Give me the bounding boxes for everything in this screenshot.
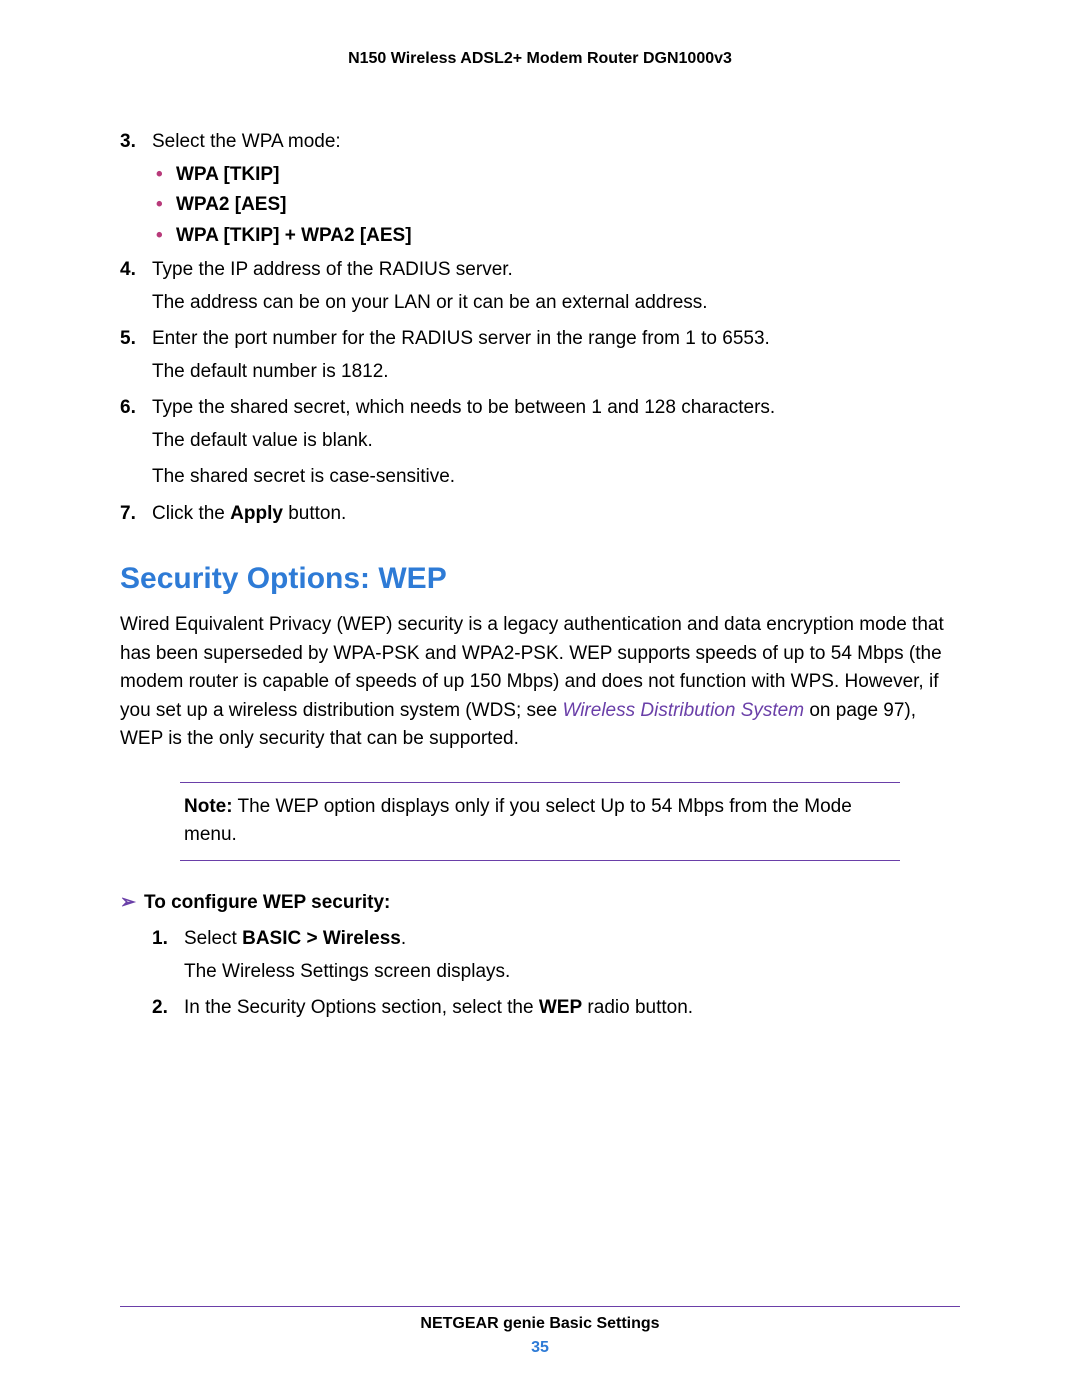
step-5: 5. Enter the port number for the RADIUS …	[120, 325, 960, 386]
proc-step-1: 1. Select BASIC > Wireless. The Wireless…	[152, 925, 960, 986]
step-paragraph: The default number is 1812.	[152, 358, 960, 387]
step-number: 2.	[152, 994, 168, 1023]
step-text-pre: In the Security Options section, select …	[184, 997, 539, 1018]
page-number: 35	[120, 1339, 960, 1357]
proc-step-2: 2. In the Security Options section, sele…	[152, 994, 960, 1023]
wpa-option: WPA2 [AES]	[152, 191, 960, 220]
step-paragraph: The shared secret is case-sensitive.	[152, 463, 960, 492]
step-text-post: .	[401, 928, 406, 949]
step-number: 5.	[120, 325, 136, 354]
step-number: 3.	[120, 128, 136, 157]
step-paragraph: The address can be on your LAN or it can…	[152, 289, 960, 318]
step-text-pre: Click the	[152, 503, 230, 524]
step-number: 4.	[120, 256, 136, 285]
step-6: 6. Type the shared secret, which needs t…	[120, 394, 960, 492]
step-7: 7. Click the Apply button.	[120, 500, 960, 529]
footer-section-title: NETGEAR genie Basic Settings	[120, 1315, 960, 1333]
apply-button-label: Apply	[230, 503, 283, 524]
wds-link[interactable]: Wireless Distribution System	[562, 700, 804, 721]
step-4: 4. Type the IP address of the RADIUS ser…	[120, 256, 960, 317]
step-text-post: button.	[283, 503, 346, 524]
procedure-title: To configure WEP security:	[144, 889, 390, 918]
chevron-right-icon: ➢	[120, 889, 144, 918]
step-text-post: radio button.	[582, 997, 693, 1018]
footer-rule	[120, 1306, 960, 1307]
step-number: 1.	[152, 925, 168, 954]
step-text: Type the IP address of the RADIUS server…	[152, 259, 513, 280]
nav-path: BASIC > Wireless	[242, 928, 401, 949]
wpa-option: WPA [TKIP]	[152, 161, 960, 190]
section-body: Wired Equivalent Privacy (WEP) security …	[120, 611, 960, 754]
step-3: 3. Select the WPA mode: WPA [TKIP] WPA2 …	[120, 128, 960, 250]
document-page: N150 Wireless ADSL2+ Modem Router DGN100…	[0, 0, 1080, 1397]
step-text: Enter the port number for the RADIUS ser…	[152, 328, 770, 349]
wep-radio-label: WEP	[539, 997, 582, 1018]
body-content: 3. Select the WPA mode: WPA [TKIP] WPA2 …	[120, 128, 960, 1023]
step-text-pre: Select	[184, 928, 242, 949]
steps-list: 3. Select the WPA mode: WPA [TKIP] WPA2 …	[120, 128, 960, 528]
note-label: Note:	[184, 796, 233, 817]
step-text: Type the shared secret, which needs to b…	[152, 397, 775, 418]
step-paragraph: The default value is blank.	[152, 427, 960, 456]
note-text: The WEP option displays only if you sele…	[184, 796, 852, 846]
step-number: 6.	[120, 394, 136, 423]
step-text: Select the WPA mode:	[152, 131, 341, 152]
header-product-title: N150 Wireless ADSL2+ Modem Router DGN100…	[120, 50, 960, 68]
procedure-title-row: ➢ To configure WEP security:	[120, 889, 960, 918]
section-heading-wep: Security Options: WEP	[120, 556, 960, 601]
wpa-option: WPA [TKIP] + WPA2 [AES]	[152, 222, 960, 251]
page-footer: NETGEAR genie Basic Settings 35	[120, 1298, 960, 1357]
note-block: Note: The WEP option displays only if yo…	[180, 782, 900, 861]
step-number: 7.	[120, 500, 136, 529]
procedure-steps: 1. Select BASIC > Wireless. The Wireless…	[152, 925, 960, 1023]
wpa-mode-options: WPA [TKIP] WPA2 [AES] WPA [TKIP] + WPA2 …	[152, 161, 960, 251]
step-paragraph: The Wireless Settings screen displays.	[184, 958, 960, 987]
